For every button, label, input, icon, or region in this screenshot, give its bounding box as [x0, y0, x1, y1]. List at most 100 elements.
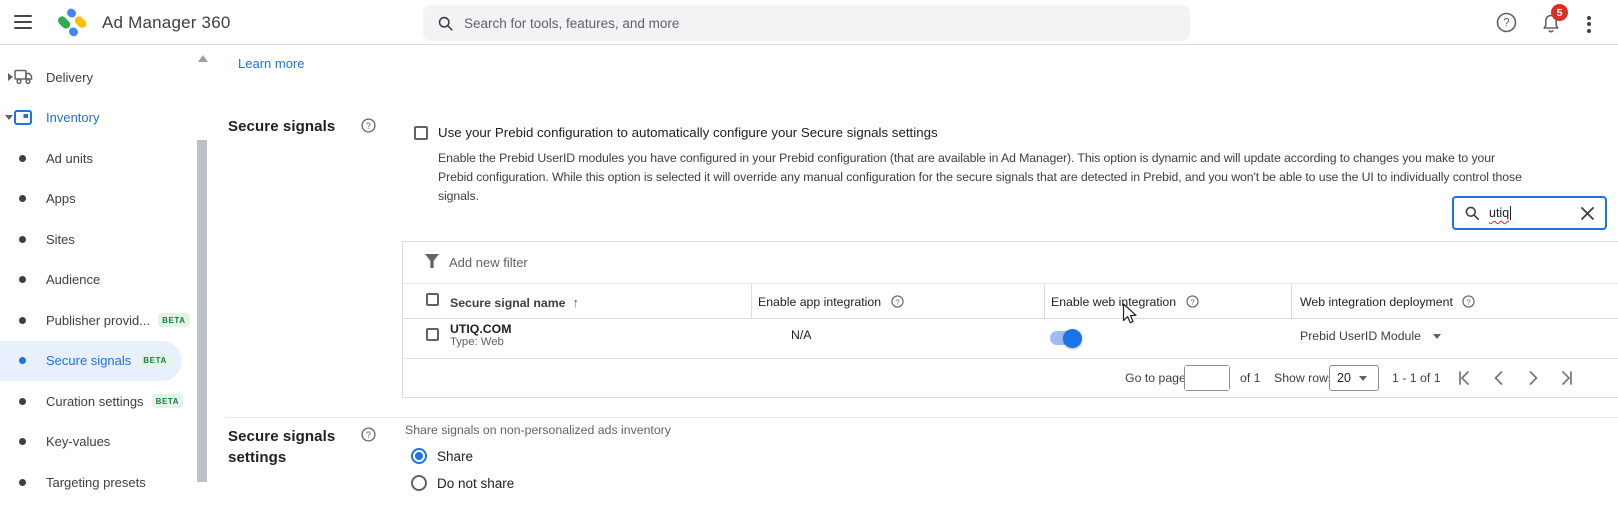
page-number-field[interactable]	[1185, 366, 1229, 390]
filter-funnel-icon	[424, 253, 440, 270]
add-filter-field[interactable]: Add new filter	[449, 255, 528, 270]
help-circle-icon[interactable]: ?	[1186, 295, 1199, 308]
text-cursor	[1510, 206, 1511, 220]
column-header-deployment[interactable]: Web integration deployment ?	[1300, 295, 1475, 309]
section-divider	[225, 417, 1618, 418]
next-page-icon[interactable]	[1524, 369, 1542, 387]
sidebar-item-curation-settings[interactable]: Curation settings BETA	[0, 381, 210, 421]
sidebar-item-key-values[interactable]: Key-values	[0, 422, 210, 462]
bullet-icon	[19, 236, 26, 243]
column-header-app-integration[interactable]: Enable app integration ?	[758, 295, 904, 309]
table-pagination: Go to page: of 1 Show rows: 20 1 - 1 of …	[403, 358, 1618, 398]
sidebar-nav: Delivery Inventory Ad units Apps Sites A…	[0, 45, 212, 531]
beta-badge: BETA	[139, 354, 171, 368]
signal-type: Type: Web	[450, 336, 504, 348]
sidebar-item-apps[interactable]: Apps	[0, 179, 210, 219]
row-range-label: 1 - 1 of 1	[1392, 371, 1441, 385]
deployment-dropdown[interactable]: Prebid UserID Module	[1300, 329, 1441, 343]
signal-name: UTIQ.COM	[450, 322, 511, 336]
sidebar-item-secure-signals[interactable]: Secure signals BETA	[0, 341, 210, 381]
prebid-config-checkbox[interactable]	[414, 126, 428, 140]
delivery-truck-icon	[14, 69, 34, 85]
global-search[interactable]	[423, 5, 1190, 41]
share-radio-label: Share	[437, 449, 473, 464]
svg-text:?: ?	[1467, 297, 1471, 306]
secure-signals-table: Add new filter Secure signal name↑ Enabl…	[402, 241, 1618, 398]
help-circle-icon[interactable]: ?	[361, 427, 376, 442]
chevron-down-icon	[1433, 334, 1441, 339]
do-not-share-radio[interactable]	[411, 475, 427, 491]
clear-search-icon[interactable]	[1580, 206, 1595, 221]
signal-search-input[interactable]: utiq	[1489, 206, 1509, 220]
bullet-icon	[19, 357, 26, 364]
web-integration-toggle[interactable]	[1050, 331, 1080, 345]
bullet-icon	[19, 438, 26, 445]
learn-more-link[interactable]: Learn more	[238, 56, 304, 71]
sidebar-item-label: Secure signals	[46, 353, 131, 368]
sidebar-item-label: Targeting presets	[46, 475, 146, 490]
more-options-icon[interactable]	[1585, 13, 1593, 35]
rows-per-page-select[interactable]: 20	[1329, 365, 1379, 391]
sidebar-item-label: Key-values	[46, 434, 110, 449]
sidebar-item-sites[interactable]: Sites	[0, 219, 210, 259]
app-integration-value: N/A	[791, 328, 812, 342]
sidebar-item-label: Delivery	[46, 70, 93, 85]
share-radio[interactable]	[411, 448, 427, 464]
search-icon	[1464, 205, 1480, 221]
select-all-checkbox[interactable]	[426, 293, 439, 306]
go-to-page-label: Go to page:	[1125, 371, 1189, 385]
bullet-icon	[19, 276, 26, 283]
prebid-config-checkbox-label: Use your Prebid configuration to automat…	[438, 125, 938, 140]
bullet-icon	[19, 195, 26, 202]
secure-signals-heading: Secure signals	[228, 118, 335, 135]
secure-signals-settings-heading: Secure signals settings	[228, 426, 346, 468]
toggle-knob	[1063, 329, 1082, 348]
help-circle-icon[interactable]: ?	[891, 295, 904, 308]
bullet-icon	[19, 398, 26, 405]
help-circle-icon[interactable]: ?	[1462, 295, 1475, 308]
bullet-icon	[19, 479, 26, 486]
mouse-cursor	[1122, 303, 1138, 325]
svg-text:?: ?	[1190, 297, 1194, 306]
expand-arrow-icon[interactable]	[8, 73, 13, 81]
svg-text:?: ?	[366, 430, 371, 440]
first-page-icon[interactable]	[1455, 369, 1473, 387]
bullet-icon	[19, 155, 26, 162]
page-of-label: of 1	[1240, 371, 1261, 385]
beta-badge: BETA	[158, 313, 190, 327]
sidebar-item-label: Apps	[46, 191, 76, 206]
column-header-name[interactable]: Secure signal name↑	[450, 295, 579, 310]
sidebar-item-targeting-presets[interactable]: Targeting presets	[0, 462, 210, 502]
help-circle-icon[interactable]: ?	[361, 118, 376, 133]
ad-manager-app: Ad Manager 360 ? 5	[0, 0, 1618, 531]
page-number-input[interactable]	[1184, 365, 1230, 391]
sidebar-item-audience[interactable]: Audience	[0, 260, 210, 300]
sidebar-item-publisher-provided[interactable]: Publisher provid... BETA	[0, 300, 210, 340]
svg-text:?: ?	[366, 121, 371, 131]
sidebar-item-label: Audience	[46, 272, 100, 287]
sidebar-item-ad-units[interactable]: Ad units	[0, 138, 210, 178]
collapse-arrow-icon[interactable]	[5, 115, 13, 120]
prebid-config-description: Enable the Prebid UserID modules you hav…	[438, 149, 1526, 206]
global-search-input[interactable]	[464, 16, 1144, 31]
last-page-icon[interactable]	[1558, 369, 1576, 387]
inventory-icon	[14, 110, 32, 125]
sidebar-item-inventory[interactable]: Inventory	[0, 98, 210, 138]
menu-icon[interactable]	[14, 15, 32, 33]
previous-page-icon[interactable]	[1490, 369, 1508, 387]
sidebar-item-label: Inventory	[46, 110, 99, 125]
signal-search-box[interactable]: utiq	[1452, 196, 1607, 230]
help-icon[interactable]: ?	[1496, 12, 1517, 33]
sort-ascending-icon: ↑	[573, 295, 580, 310]
sidebar-item-delivery[interactable]: Delivery	[0, 57, 210, 97]
svg-text:?: ?	[1503, 18, 1509, 30]
chevron-down-icon	[1359, 376, 1367, 381]
top-bar: Ad Manager 360 ? 5	[0, 0, 1618, 45]
notification-count-badge: 5	[1551, 4, 1568, 21]
ad-manager-logo-icon	[56, 6, 89, 39]
sidebar-item-label: Curation settings	[46, 394, 144, 409]
row-checkbox[interactable]	[426, 328, 439, 341]
sidebar-item-label: Ad units	[46, 151, 93, 166]
svg-text:?: ?	[895, 297, 899, 306]
sidebar-item-label: Sites	[46, 232, 75, 247]
